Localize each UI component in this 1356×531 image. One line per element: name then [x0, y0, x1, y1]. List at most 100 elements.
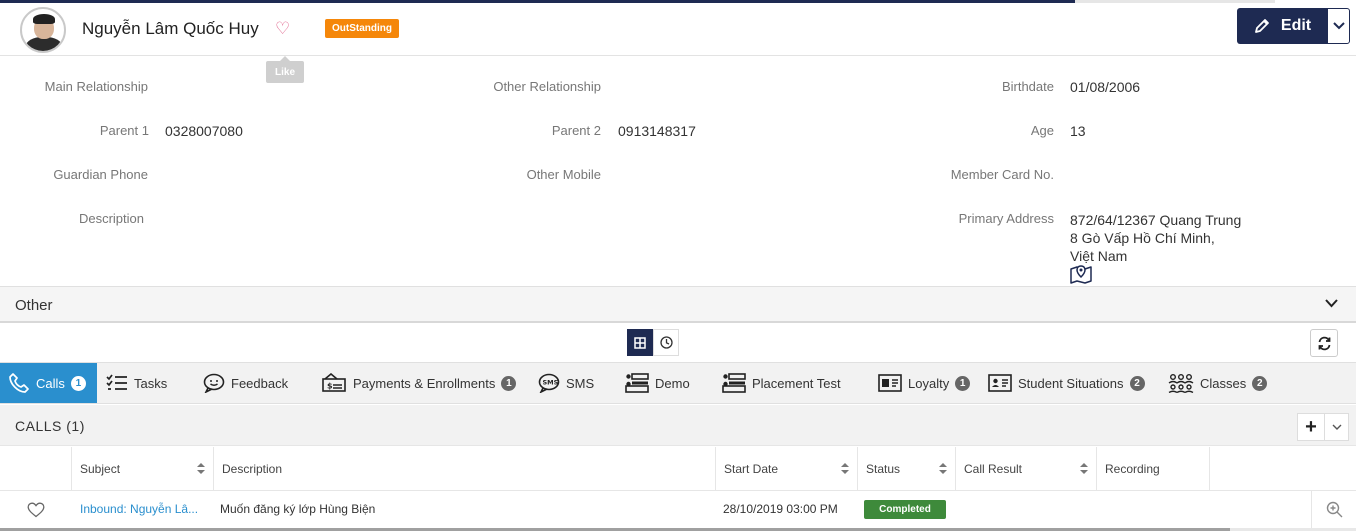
column-header-actions: [1209, 447, 1356, 491]
timeline-view-button[interactable]: [653, 329, 679, 356]
parent2-value[interactable]: 0913148317: [618, 123, 696, 139]
column-header-start-date[interactable]: Start Date: [715, 447, 857, 491]
column-label: Status: [866, 462, 901, 476]
main-relationship-label: Main Relationship: [44, 79, 148, 94]
column-header-status[interactable]: Status: [857, 447, 955, 491]
sort-icon: [197, 463, 205, 474]
tab-count-badge: 1: [501, 375, 517, 391]
record-header: Nguyễn Lâm Quốc Huy ♡ OutStanding Edit: [0, 3, 1356, 56]
view-record-button[interactable]: [1311, 491, 1356, 528]
classes-icon: [1168, 374, 1194, 393]
avatar[interactable]: [20, 7, 66, 53]
clock-icon: [659, 336, 673, 349]
calls-grid-header: Subject Description Start Date Status Ca…: [0, 447, 1356, 491]
tab-payments-enrollments[interactable]: $ Payments & Enrollments 1: [321, 363, 517, 403]
other-relationship-label: Other Relationship: [493, 79, 601, 94]
column-label: Call Result: [964, 462, 1023, 476]
chevron-down-icon: [1332, 22, 1345, 30]
like-tooltip: Like: [266, 56, 305, 83]
address-line: 872/64/12367 Quang Trung: [1070, 212, 1242, 228]
column-label: Start Date: [724, 462, 779, 476]
other-section-title: Other: [15, 297, 53, 314]
tab-label: Student Situations: [1018, 375, 1124, 391]
tab-student-situations[interactable]: Student Situations 2: [988, 363, 1145, 403]
sms-icon: SMS: [538, 373, 560, 393]
tab-label: Loyalty: [908, 375, 950, 391]
tab-placement-test[interactable]: Placement Test: [722, 363, 841, 403]
table-row[interactable]: Inbound: Nguyễn Lâ... Muốn đăng ký lớp H…: [0, 491, 1356, 528]
sort-icon: [841, 463, 849, 474]
grid-view-button[interactable]: [627, 329, 653, 356]
add-call-button[interactable]: +: [1297, 413, 1325, 441]
tab-calls[interactable]: Calls 1: [0, 363, 97, 403]
tab-count-badge: 1: [955, 375, 971, 391]
tasks-icon: [106, 374, 127, 390]
other-mobile-label: Other Mobile: [526, 167, 601, 182]
pencil-icon: [1254, 19, 1269, 33]
tab-label: Demo: [655, 375, 690, 391]
phone-icon: [9, 373, 29, 393]
tab-label: Classes: [1200, 375, 1247, 391]
add-call-dropdown[interactable]: [1325, 413, 1349, 441]
svg-text:SMS: SMS: [543, 379, 559, 387]
address-line: 8 Gò Vấp Hồ Chí Minh,: [1070, 230, 1215, 246]
tab-label: Calls: [36, 375, 65, 391]
tab-count-badge: 2: [1252, 375, 1268, 391]
heart-icon[interactable]: ♡: [275, 20, 290, 37]
edit-label: Edit: [1280, 17, 1312, 34]
column-label: Recording: [1105, 462, 1160, 476]
svg-text:$: $: [327, 382, 333, 391]
guardian-phone-label: Guardian Phone: [53, 167, 148, 182]
parent1-value[interactable]: 0328007080: [165, 123, 243, 139]
tab-tasks[interactable]: Tasks: [106, 363, 167, 403]
other-section-header[interactable]: Other: [0, 286, 1356, 323]
column-header-call-result[interactable]: Call Result: [955, 447, 1096, 491]
column-header-description[interactable]: Description: [213, 447, 715, 491]
heart-icon[interactable]: [27, 502, 45, 518]
demo-icon: [625, 373, 649, 393]
tab-feedback[interactable]: Feedback: [203, 363, 288, 403]
refresh-button[interactable]: [1310, 329, 1338, 357]
tab-label: Placement Test: [752, 375, 841, 391]
column-header-recording[interactable]: Recording: [1096, 447, 1209, 491]
loyalty-icon: [878, 374, 902, 392]
tab-loyalty[interactable]: Loyalty 1: [878, 363, 971, 403]
map-icon[interactable]: [1070, 264, 1092, 284]
edit-button[interactable]: Edit: [1237, 8, 1327, 44]
age-value: 13: [1070, 123, 1086, 139]
column-label: Subject: [80, 462, 121, 476]
call-status-badge: Completed: [864, 500, 946, 519]
id-card-icon: [988, 374, 1012, 392]
zoom-in-icon: [1326, 501, 1342, 518]
feedback-icon: [203, 373, 225, 393]
birthdate-label: Birthdate: [1001, 79, 1054, 94]
sort-icon: [1080, 463, 1088, 474]
description-label: Description: [78, 211, 144, 226]
call-description: Muốn đăng ký lớp Hùng Biện: [220, 502, 376, 516]
sort-icon: [939, 463, 947, 474]
tab-sms[interactable]: SMS SMS: [538, 363, 594, 403]
parent2-label: Parent 2: [551, 123, 601, 138]
chevron-down-icon: [1332, 424, 1341, 430]
primary-address-label: Primary Address: [958, 211, 1054, 226]
related-tabs: Calls 1 Tasks Feedback $ Payments & Enro…: [0, 362, 1356, 404]
tab-label: SMS: [566, 375, 595, 391]
birthdate-value: 01/08/2006: [1070, 79, 1141, 95]
parent1-label: Parent 1: [99, 123, 149, 138]
call-subject-link[interactable]: Inbound: Nguyễn Lâ...: [80, 502, 206, 516]
address-line: Việt Nam: [1070, 248, 1128, 264]
refresh-icon: [1318, 336, 1330, 350]
tab-label: Tasks: [134, 375, 168, 391]
tab-classes[interactable]: Classes 2: [1168, 363, 1268, 403]
grid-icon: [634, 336, 646, 349]
detail-fields: Main Relationship Other Relationship Bir…: [0, 57, 1356, 285]
column-header-subject[interactable]: Subject: [71, 447, 213, 491]
view-toggle: [627, 329, 679, 356]
tab-demo[interactable]: Demo: [625, 363, 690, 403]
calls-title-text: CALLS: [15, 418, 62, 434]
edit-dropdown-button[interactable]: [1327, 8, 1350, 44]
status-badge: OutStanding: [325, 19, 399, 38]
primary-address-value: 872/64/12367 Quang Trung 8 Gò Vấp Hồ Chí…: [1070, 211, 1241, 265]
tab-label: Payments & Enrollments: [353, 375, 496, 391]
tab-label: Feedback: [231, 375, 289, 391]
